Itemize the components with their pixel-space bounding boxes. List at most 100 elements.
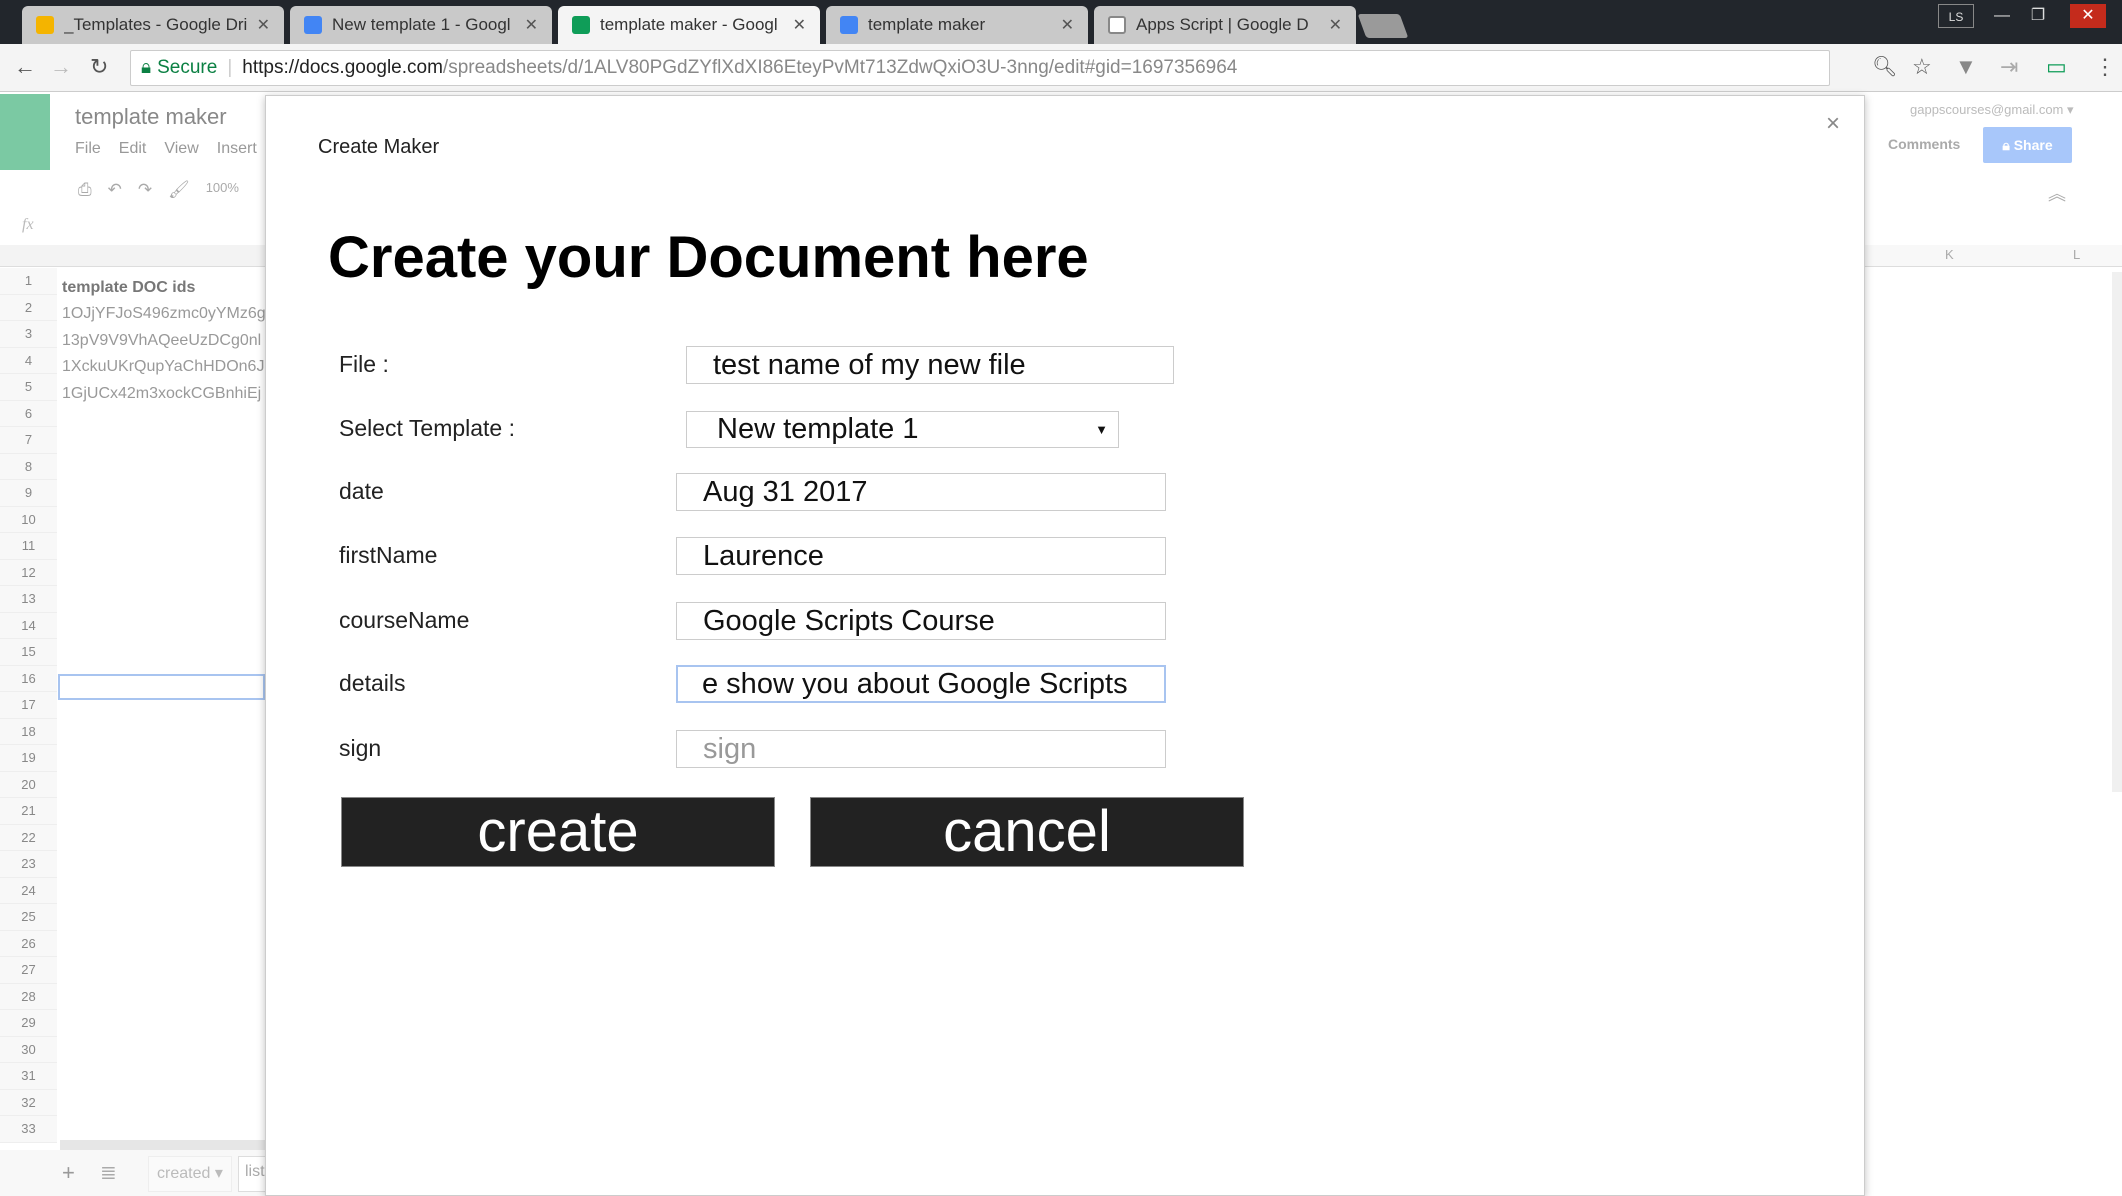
row-number[interactable]: 33 — [0, 1116, 57, 1143]
firstname-input[interactable]: Laurence — [676, 537, 1166, 575]
tab-new-template[interactable]: New template 1 - Googl ✕ — [290, 6, 552, 44]
row-number[interactable]: 18 — [0, 718, 57, 745]
undo-icon[interactable]: ↶ — [108, 180, 122, 200]
close-tab-icon[interactable]: ✕ — [793, 15, 806, 35]
row-number[interactable]: 5 — [0, 374, 57, 401]
row-number[interactable]: 20 — [0, 771, 57, 798]
row-number[interactable]: 12 — [0, 559, 57, 586]
new-tab-button[interactable] — [1357, 14, 1409, 38]
row-number[interactable]: 19 — [0, 745, 57, 772]
create-button[interactable]: create — [341, 797, 775, 867]
lock-icon: 🔒︎ — [141, 57, 152, 78]
extension-icon[interactable]: ▼ — [1955, 54, 1977, 80]
tab-template-maker[interactable]: template maker ✕ — [826, 6, 1088, 44]
tab-apps-script[interactable]: Apps Script | Google D ✕ — [1094, 6, 1356, 44]
row-number[interactable]: 9 — [0, 480, 57, 507]
row-number[interactable]: 31 — [0, 1063, 57, 1090]
maximize-icon[interactable]: ❐ — [2020, 4, 2056, 28]
row-number[interactable]: 10 — [0, 506, 57, 533]
comments-button[interactable]: Comments — [1888, 136, 1960, 152]
minimize-icon[interactable]: — — [1984, 4, 2020, 28]
forward-icon[interactable]: → — [50, 54, 72, 80]
row-number[interactable]: 8 — [0, 453, 57, 480]
row-number[interactable]: 23 — [0, 851, 57, 878]
row-number[interactable]: 14 — [0, 612, 57, 639]
cell-a4[interactable]: 1XckuUKrQupYaChHDOn6J — [62, 358, 265, 376]
details-input[interactable]: e show you about Google Scripts — [676, 665, 1166, 703]
row-number[interactable]: 26 — [0, 930, 57, 957]
extension-icon-2[interactable]: ⇥ — [2000, 54, 2018, 80]
close-dialog-icon[interactable]: × — [1826, 110, 1840, 138]
zoom-select[interactable]: 100% — [206, 180, 239, 200]
create-maker-dialog: Create Maker × Create your Document here… — [265, 95, 1865, 1196]
back-icon[interactable]: ← — [14, 54, 36, 80]
date-input[interactable]: Aug 31 2017 — [676, 473, 1166, 511]
cell-a3[interactable]: 13pV9V9VhAQeeUzDCg0nl — [62, 332, 265, 350]
print-icon[interactable]: ⎙ — [78, 180, 92, 200]
row-number[interactable]: 25 — [0, 904, 57, 931]
paint-format-icon[interactable]: 🖌︎ — [168, 180, 190, 200]
row-number[interactable]: 16 — [0, 665, 57, 692]
close-tab-icon[interactable]: ✕ — [1329, 15, 1342, 35]
row-number[interactable]: 13 — [0, 586, 57, 613]
row-number[interactable]: 11 — [0, 533, 57, 560]
bookmark-star-icon[interactable]: ☆ — [1912, 54, 1932, 80]
horizontal-scrollbar[interactable] — [60, 1140, 265, 1150]
row-number[interactable]: 27 — [0, 957, 57, 984]
collapse-icon[interactable]: ︽ — [2048, 180, 2066, 206]
cast-icon[interactable]: ▭ — [2046, 54, 2067, 80]
sheets-logo-icon[interactable] — [0, 94, 50, 170]
column-k-header[interactable]: K — [1945, 247, 1954, 262]
account-email[interactable]: gappscourses@gmail.com ▾ — [1910, 102, 2074, 118]
cell-a5[interactable]: 1GjUCx42m3xockCGBnhiEj — [62, 385, 265, 403]
close-window-icon[interactable]: ✕ — [2070, 4, 2106, 28]
cell-a1[interactable]: template DOC ids — [62, 279, 265, 297]
template-select[interactable]: New template 1 ▼ — [686, 411, 1119, 448]
share-button[interactable]: 🔒︎ Share — [1983, 127, 2072, 163]
profile-badge[interactable]: LS — [1938, 4, 1974, 28]
menu-edit[interactable]: Edit — [119, 140, 147, 158]
menu-kebab-icon[interactable]: ⋮ — [2094, 54, 2116, 80]
row-number[interactable]: 32 — [0, 1089, 57, 1116]
file-name-input[interactable]: test name of my new file — [686, 346, 1174, 384]
row-number[interactable]: 22 — [0, 824, 57, 851]
all-sheets-icon[interactable]: ≣ — [100, 1160, 117, 1185]
row-number[interactable]: 29 — [0, 1010, 57, 1037]
vertical-scrollbar[interactable] — [2112, 272, 2122, 792]
row-number[interactable]: 28 — [0, 983, 57, 1010]
tab-templates-drive[interactable]: _Templates - Google Dri ✕ — [22, 6, 284, 44]
cell-a2[interactable]: 1OJjYFJoS496zmc0yYMz6g — [62, 305, 265, 323]
column-header-right: K L — [1865, 245, 2122, 267]
sheet-tab-created[interactable]: created ▾ — [148, 1156, 232, 1192]
row-number[interactable]: 21 — [0, 798, 57, 825]
row-number[interactable]: 17 — [0, 692, 57, 719]
row-number[interactable]: 6 — [0, 400, 57, 427]
cancel-button[interactable]: cancel — [810, 797, 1244, 867]
row-number[interactable]: 1 — [0, 268, 57, 295]
row-number[interactable]: 7 — [0, 427, 57, 454]
menu-view[interactable]: View — [164, 140, 198, 158]
column-l-header[interactable]: L — [2073, 247, 2080, 262]
selected-cell-a16[interactable] — [58, 674, 265, 700]
row-number[interactable]: 24 — [0, 877, 57, 904]
row-number[interactable]: 4 — [0, 347, 57, 374]
menu-file[interactable]: File — [75, 140, 101, 158]
menu-insert[interactable]: Insert — [217, 140, 257, 158]
tab-template-maker-sheet[interactable]: template maker - Googl ✕ — [558, 6, 820, 44]
document-title[interactable]: template maker — [75, 104, 227, 130]
reload-icon[interactable]: ↻ — [90, 54, 108, 80]
sign-input[interactable]: sign — [676, 730, 1166, 768]
row-number[interactable]: 2 — [0, 294, 57, 321]
coursename-input[interactable]: Google Scripts Course — [676, 602, 1166, 640]
add-sheet-icon[interactable]: + — [62, 1160, 75, 1186]
row-number[interactable]: 3 — [0, 321, 57, 348]
close-tab-icon[interactable]: ✕ — [1061, 15, 1074, 35]
row-number[interactable]: 15 — [0, 639, 57, 666]
sheet-tab-bar: + ≣ created ▾ list — [0, 1150, 272, 1196]
zoom-search-icon[interactable]: 🔍︎ — [1872, 54, 1897, 79]
redo-icon[interactable]: ↷ — [138, 180, 152, 200]
row-number[interactable]: 30 — [0, 1036, 57, 1063]
url-bar[interactable]: 🔒︎ Secure | https://docs.google.com/spre… — [130, 50, 1830, 86]
close-tab-icon[interactable]: ✕ — [525, 15, 538, 35]
close-tab-icon[interactable]: ✕ — [257, 15, 270, 35]
